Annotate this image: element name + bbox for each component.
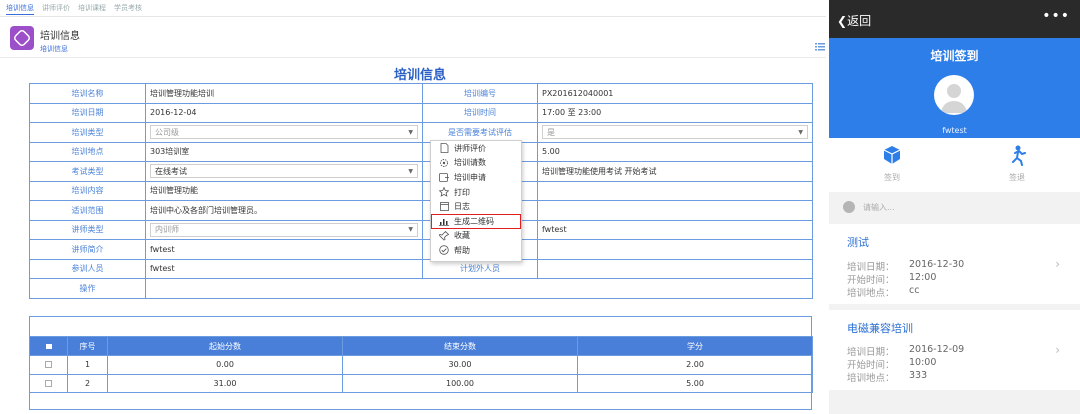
chevron-right-icon: › — [1055, 343, 1060, 357]
tab-courses[interactable]: 培训课程 — [78, 3, 106, 15]
code-label: 培训编号 — [422, 83, 538, 104]
signout-button[interactable]: 签退 — [987, 144, 1047, 183]
exam-label: 考试类型 — [29, 161, 146, 182]
menu-item-training-apply[interactable]: 培训申请 — [431, 170, 521, 185]
menu-item-favorite[interactable]: 收藏 — [431, 229, 521, 244]
exam-desc[interactable]: 培训管理功能使用考试 开始考试 — [537, 161, 813, 182]
caret-down-icon: ▼ — [408, 167, 413, 175]
content-value: 培训管理功能 — [145, 180, 423, 201]
date-value: 2016-12-04 — [145, 102, 423, 123]
menu-item-help[interactable]: 帮助 — [431, 243, 521, 258]
mobile-panel: ❮返回 ••• 培训签到 fwtest 签到 签退 请输入... 测试 培训日期… — [829, 0, 1080, 414]
tab-training-info[interactable]: 培训信息 — [6, 3, 34, 15]
training-form: 培训名称 培训管理功能培训 培训编号 PX201612040001 培训日期 2… — [29, 83, 813, 299]
scope-label: 适训范围 — [29, 200, 146, 221]
lecturer-type-select[interactable]: 内训师 ▼ — [150, 222, 418, 237]
form-title: 培训信息 — [393, 68, 446, 83]
star-icon — [439, 187, 449, 197]
card-title: 测试 — [847, 236, 869, 249]
search-bar[interactable]: 请输入... — [829, 198, 1080, 216]
tab-lecturer-eval[interactable]: 讲师评价 — [42, 3, 70, 15]
breadcrumb[interactable]: 培训信息 — [40, 44, 68, 54]
eval-select[interactable]: 是 ▼ — [542, 125, 808, 140]
action-bar: 签到 签退 — [829, 138, 1080, 192]
name-label: 培训名称 — [29, 83, 146, 104]
menu-item-log[interactable]: 日志 — [431, 199, 521, 214]
exam-select[interactable]: 在线考试 ▼ — [150, 164, 418, 179]
date-label: 培训日期 — [29, 102, 146, 123]
time-value: 17:00 至 23:00 — [537, 102, 813, 123]
type-label: 培训类型 — [29, 122, 146, 143]
caret-down-icon: ▼ — [798, 128, 803, 136]
more-button[interactable]: ••• — [1042, 8, 1070, 24]
signin-button[interactable]: 签到 — [862, 144, 922, 183]
chevron-right-icon: › — [1055, 257, 1060, 271]
avatar — [934, 75, 974, 115]
card-title: 电磁兼容培训 — [847, 322, 913, 335]
check-circle-icon — [439, 245, 449, 256]
username: fwtest — [942, 126, 967, 135]
menu-item-generate-qrcode[interactable]: 生成二维码 — [431, 213, 521, 229]
caret-down-icon: ▼ — [408, 226, 413, 234]
running-person-icon — [987, 144, 1047, 166]
code-value: PX201612040001 — [537, 83, 813, 104]
desktop-panel: 培训信息 讲师评价 培训课程 学员考核 培训信息 培训信息 培训信息 培训名称 … — [0, 0, 826, 414]
chevron-left-icon: ❮ — [837, 14, 848, 28]
top-tabs: 培训信息 讲师评价 培训课程 学员考核 — [6, 3, 142, 15]
pin-icon — [439, 230, 449, 241]
page-title: 培训信息 — [40, 31, 80, 42]
search-icon — [843, 201, 855, 213]
action-menu: 讲师评价 培训请数 培训申请 打印 日志 生成二维码 收藏 帮助 — [430, 140, 522, 262]
lecturer-intro-value: fwtest — [145, 239, 423, 260]
list-item[interactable]: 测试 培训日期： 2016-12-30 开始时间： 12:00 培训地点： cc › — [829, 224, 1080, 304]
type-select[interactable]: 公司级 ▼ — [150, 125, 418, 140]
table-row: 2 31.00 100.00 5.00 — [29, 373, 813, 393]
ops-label: 操作 — [29, 278, 146, 299]
list-item[interactable]: 电磁兼容培训 培训日期： 2016-12-09 开始时间： 10:00 培训地点： 3… — [829, 310, 1080, 390]
list-menu-icon[interactable] — [815, 43, 825, 51]
menu-item-training-count[interactable]: 培训请数 — [431, 156, 521, 171]
col-header-end: 结束分数 — [342, 336, 578, 356]
place-value: 303培训室 — [145, 141, 423, 162]
app-icon — [10, 26, 34, 50]
row-checkbox[interactable] — [45, 379, 52, 387]
lecturer-type-label: 讲师类型 — [29, 219, 146, 240]
search-input[interactable]: 请输入... — [863, 202, 895, 213]
divider — [0, 16, 826, 17]
col-header-start: 起始分数 — [107, 336, 343, 356]
select-all-header[interactable] — [29, 336, 68, 356]
back-button[interactable]: ❮返回 — [837, 12, 871, 29]
menu-item-print[interactable]: 打印 — [431, 185, 521, 200]
cube-icon — [862, 144, 922, 166]
score-table: 序号 起始分数 结束分数 学分 1 0.00 30.00 2.00 2 31.0… — [29, 336, 813, 393]
participants-label: 参训人员 — [29, 258, 146, 279]
col-header-credit: 学分 — [577, 336, 813, 356]
calendar-icon — [439, 202, 449, 212]
hero-title: 培训签到 — [930, 49, 979, 63]
scope-value: 培训中心及各部门培训管理员。 — [145, 200, 423, 221]
tab-assessment[interactable]: 学员考核 — [114, 3, 142, 15]
participants-value: fwtest — [145, 258, 423, 279]
gear-icon — [439, 158, 449, 168]
mobile-nav-bar: ❮返回 ••• — [829, 0, 1080, 38]
caret-down-icon: ▼ — [408, 128, 413, 136]
score-value: 5.00 — [537, 141, 813, 162]
row-checkbox[interactable] — [45, 361, 52, 369]
content-label: 培训内容 — [29, 180, 146, 201]
menu-item-lecturer-eval[interactable]: 讲师评价 — [431, 141, 521, 156]
lecturer-intro-label: 讲师简介 — [29, 239, 146, 260]
col-header-no: 序号 — [67, 336, 108, 356]
form-icon — [439, 172, 449, 182]
lecturer-value: fwtest — [537, 219, 813, 240]
time-label: 培训时间 — [422, 102, 538, 123]
table-row: 1 0.00 30.00 2.00 — [29, 355, 813, 375]
divider — [0, 57, 826, 58]
place-label: 培训地点 — [29, 141, 146, 162]
name-value: 培训管理功能培训 — [145, 83, 423, 104]
document-icon — [439, 143, 449, 154]
signin-hero: 培训签到 fwtest — [829, 38, 1080, 138]
chart-icon — [439, 216, 449, 226]
menu-square-icon — [45, 343, 52, 349]
